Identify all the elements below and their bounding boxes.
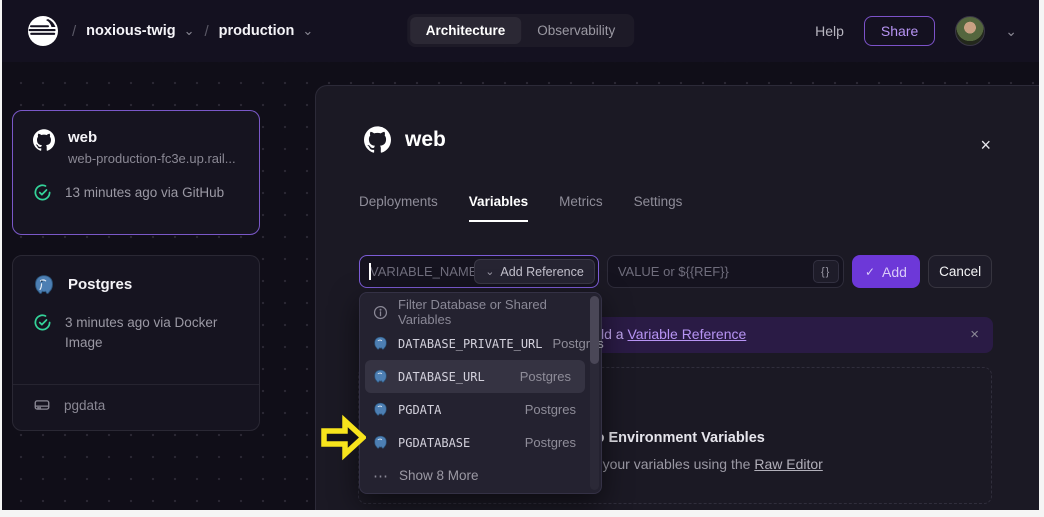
dropdown-item-database-url[interactable]: DATABASE_URL Postgres <box>365 360 585 393</box>
panel-tabs: Deployments Variables Metrics Settings <box>359 194 682 222</box>
divider <box>13 384 259 385</box>
dropdown-item-pgdatabase[interactable]: PGDATABASE Postgres <box>360 426 590 459</box>
app-window: / noxious-twig ⌄ / production ⌄ Architec… <box>2 0 1039 510</box>
tab-deployments[interactable]: Deployments <box>359 194 438 222</box>
service-panel: web × Deployments Variables Metrics Sett… <box>315 85 1039 510</box>
panel-title: web <box>405 128 446 152</box>
volume-name: pgdata <box>64 398 105 413</box>
navbar-right: Help Share ⌄ <box>815 0 1017 62</box>
volume-icon <box>33 396 51 414</box>
service-domain[interactable]: web-production-fc3e.up.rail... <box>68 151 236 166</box>
project-canvas: web web-production-fc3e.up.rail... 13 mi… <box>2 62 1039 510</box>
project-name[interactable]: noxious-twig <box>86 23 175 39</box>
environment-name[interactable]: production <box>219 23 295 39</box>
service-name: web <box>68 129 236 148</box>
dropdown-item-database-private-url[interactable]: DATABASE_PRIVATE_URL Postgres <box>360 327 590 360</box>
dropdown-scrollbar[interactable] <box>590 296 599 490</box>
service-card-postgres[interactable]: Postgres 3 minutes ago via Docker Image … <box>12 255 260 431</box>
variable-reference-dropdown: Filter Database or Shared Variables DATA… <box>359 292 602 494</box>
dropdown-filter-hint: Filter Database or Shared Variables <box>360 297 590 327</box>
close-icon[interactable]: × <box>980 136 991 154</box>
variable-form: ⌄ Add Reference {} ✓ Add Cancel <box>359 255 992 288</box>
github-icon <box>364 126 391 153</box>
cancel-button[interactable]: Cancel <box>928 255 992 288</box>
ellipsis-icon: ⋯ <box>373 467 389 485</box>
share-button[interactable]: Share <box>864 16 935 46</box>
raw-editor-link[interactable]: Raw Editor <box>754 456 822 472</box>
add-reference-label: Add Reference <box>500 265 583 279</box>
close-icon[interactable]: × <box>970 326 979 343</box>
tab-observability[interactable]: Observability <box>521 17 631 44</box>
service-name: Postgres <box>68 276 132 295</box>
volume-row[interactable]: pgdata <box>33 396 105 414</box>
breadcrumb: / noxious-twig ⌄ / production ⌄ <box>72 23 313 40</box>
add-button[interactable]: ✓ Add <box>852 255 921 288</box>
text-caret <box>369 263 371 280</box>
postgres-icon <box>373 402 388 417</box>
dropdown-item-pgdata[interactable]: PGDATA Postgres <box>360 393 590 426</box>
breadcrumb-separator: / <box>205 23 209 40</box>
variable-value-input[interactable] <box>607 255 844 288</box>
arrow-cursor-icon <box>318 414 366 467</box>
chevron-down-icon[interactable]: ⌄ <box>184 23 195 39</box>
postgres-icon <box>373 336 388 351</box>
postgres-icon <box>373 369 388 384</box>
github-icon <box>33 129 55 166</box>
braces-icon[interactable]: {} <box>813 260 839 283</box>
deploy-status: 3 minutes ago via Docker Image <box>65 313 235 352</box>
tab-architecture[interactable]: Architecture <box>410 17 522 44</box>
add-button-label: Add <box>882 264 907 280</box>
chevron-down-icon[interactable]: ⌄ <box>302 23 313 39</box>
help-link[interactable]: Help <box>815 23 844 39</box>
breadcrumb-separator: / <box>72 23 76 40</box>
chevron-down-icon: ⌄ <box>485 265 494 278</box>
tab-metrics[interactable]: Metrics <box>559 194 603 222</box>
postgres-icon <box>33 274 55 296</box>
check-circle-icon <box>33 183 52 202</box>
chevron-down-icon[interactable]: ⌄ <box>1005 23 1017 40</box>
variable-reference-link[interactable]: Variable Reference <box>627 326 746 342</box>
check-icon: ✓ <box>865 265 875 279</box>
info-icon <box>373 305 388 320</box>
dropdown-scrollbar-thumb[interactable] <box>590 296 599 364</box>
show-more-button[interactable]: ⋯ Show 8 More <box>360 459 590 492</box>
tab-variables[interactable]: Variables <box>469 194 528 222</box>
add-reference-button[interactable]: ⌄ Add Reference <box>474 259 595 284</box>
check-circle-icon <box>33 313 52 332</box>
avatar[interactable] <box>955 16 985 46</box>
railway-logo-icon[interactable] <box>28 16 58 46</box>
deploy-status: 13 minutes ago via GitHub <box>65 183 224 203</box>
view-switcher: Architecture Observability <box>407 14 635 47</box>
service-card-web[interactable]: web web-production-fc3e.up.rail... 13 mi… <box>12 110 260 235</box>
top-navbar: / noxious-twig ⌄ / production ⌄ Architec… <box>2 0 1039 62</box>
postgres-icon <box>373 435 388 450</box>
tab-settings[interactable]: Settings <box>634 194 683 222</box>
